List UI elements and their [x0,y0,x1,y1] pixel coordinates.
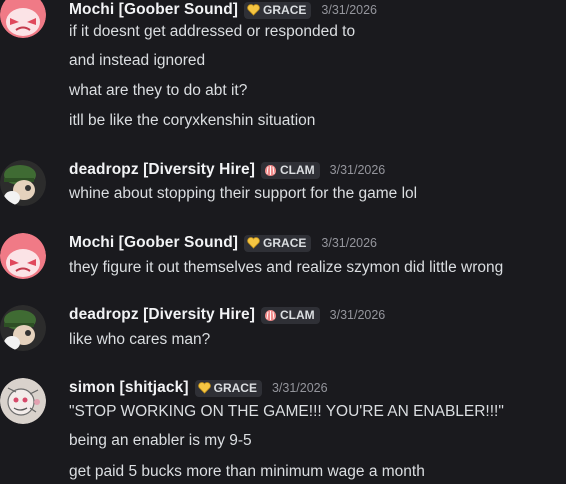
guild-tag[interactable]: CLAM [260,161,320,179]
message-text: itll be like the coryxkenshin situation [69,112,316,129]
message-header: deadropz [Diversity Hire] CLAM 3/31/2026 [69,305,385,325]
author-name[interactable]: Mochi [Goober Sound] [69,1,238,19]
message-text: whine about stopping their support for t… [69,185,418,202]
timestamp[interactable]: 3/31/2026 [321,3,377,17]
timestamp[interactable]: 3/31/2026 [321,236,377,250]
clam-icon [264,164,277,177]
message-text: if it doesnt get addressed or responded … [69,23,356,40]
author-name[interactable]: deadropz [Diversity Hire] [69,306,255,324]
message-text: being an enabler is my 9-5 [69,432,252,449]
author-name[interactable]: deadropz [Diversity Hire] [69,161,255,179]
guild-tag[interactable]: GRACE [194,379,262,397]
timestamp[interactable]: 3/31/2026 [330,308,386,322]
sketch-character-avatar[interactable] [0,378,46,424]
message-header: deadropz [Diversity Hire] CLAM 3/31/2026 [69,160,385,180]
guild-tag-label: CLAM [279,163,315,177]
guild-tag-label: GRACE [263,236,307,250]
guild-tag-label: GRACE [263,3,307,17]
message-header: Mochi [Goober Sound] GRACE 3/31/2026 [69,0,377,20]
green-character-avatar[interactable] [0,160,46,206]
message-text: what are they to do abt it? [69,82,248,99]
green-character-avatar[interactable] [0,305,46,351]
message-text: and instead ignored [69,52,206,69]
message-text: "STOP WORKING ON THE GAME!!! YOU'RE AN E… [69,403,504,420]
message-text: get paid 5 bucks more than minimum wage … [69,463,425,480]
guild-tag[interactable]: CLAM [260,306,320,324]
yellow-heart-icon [247,237,260,249]
timestamp[interactable]: 3/31/2026 [272,381,328,395]
timestamp[interactable]: 3/31/2026 [330,163,386,177]
message-header: Mochi [Goober Sound] GRACE 3/31/2026 [69,233,377,253]
clam-icon [264,309,277,322]
message-header: simon [shitjack] GRACE 3/31/2026 [69,378,328,398]
message-text: they figure it out themselves and realiz… [69,259,504,276]
pink-angry-face-avatar[interactable] [0,0,46,38]
guild-tag-label: GRACE [213,381,257,395]
guild-tag-label: CLAM [279,308,315,322]
author-name[interactable]: simon [shitjack] [69,379,189,397]
pink-angry-face-avatar[interactable] [0,233,46,279]
yellow-heart-icon [247,4,260,16]
guild-tag[interactable]: GRACE [244,234,312,252]
message-text: like who cares man? [69,331,211,348]
author-name[interactable]: Mochi [Goober Sound] [69,234,238,252]
guild-tag[interactable]: GRACE [244,1,312,19]
yellow-heart-icon [197,382,211,394]
